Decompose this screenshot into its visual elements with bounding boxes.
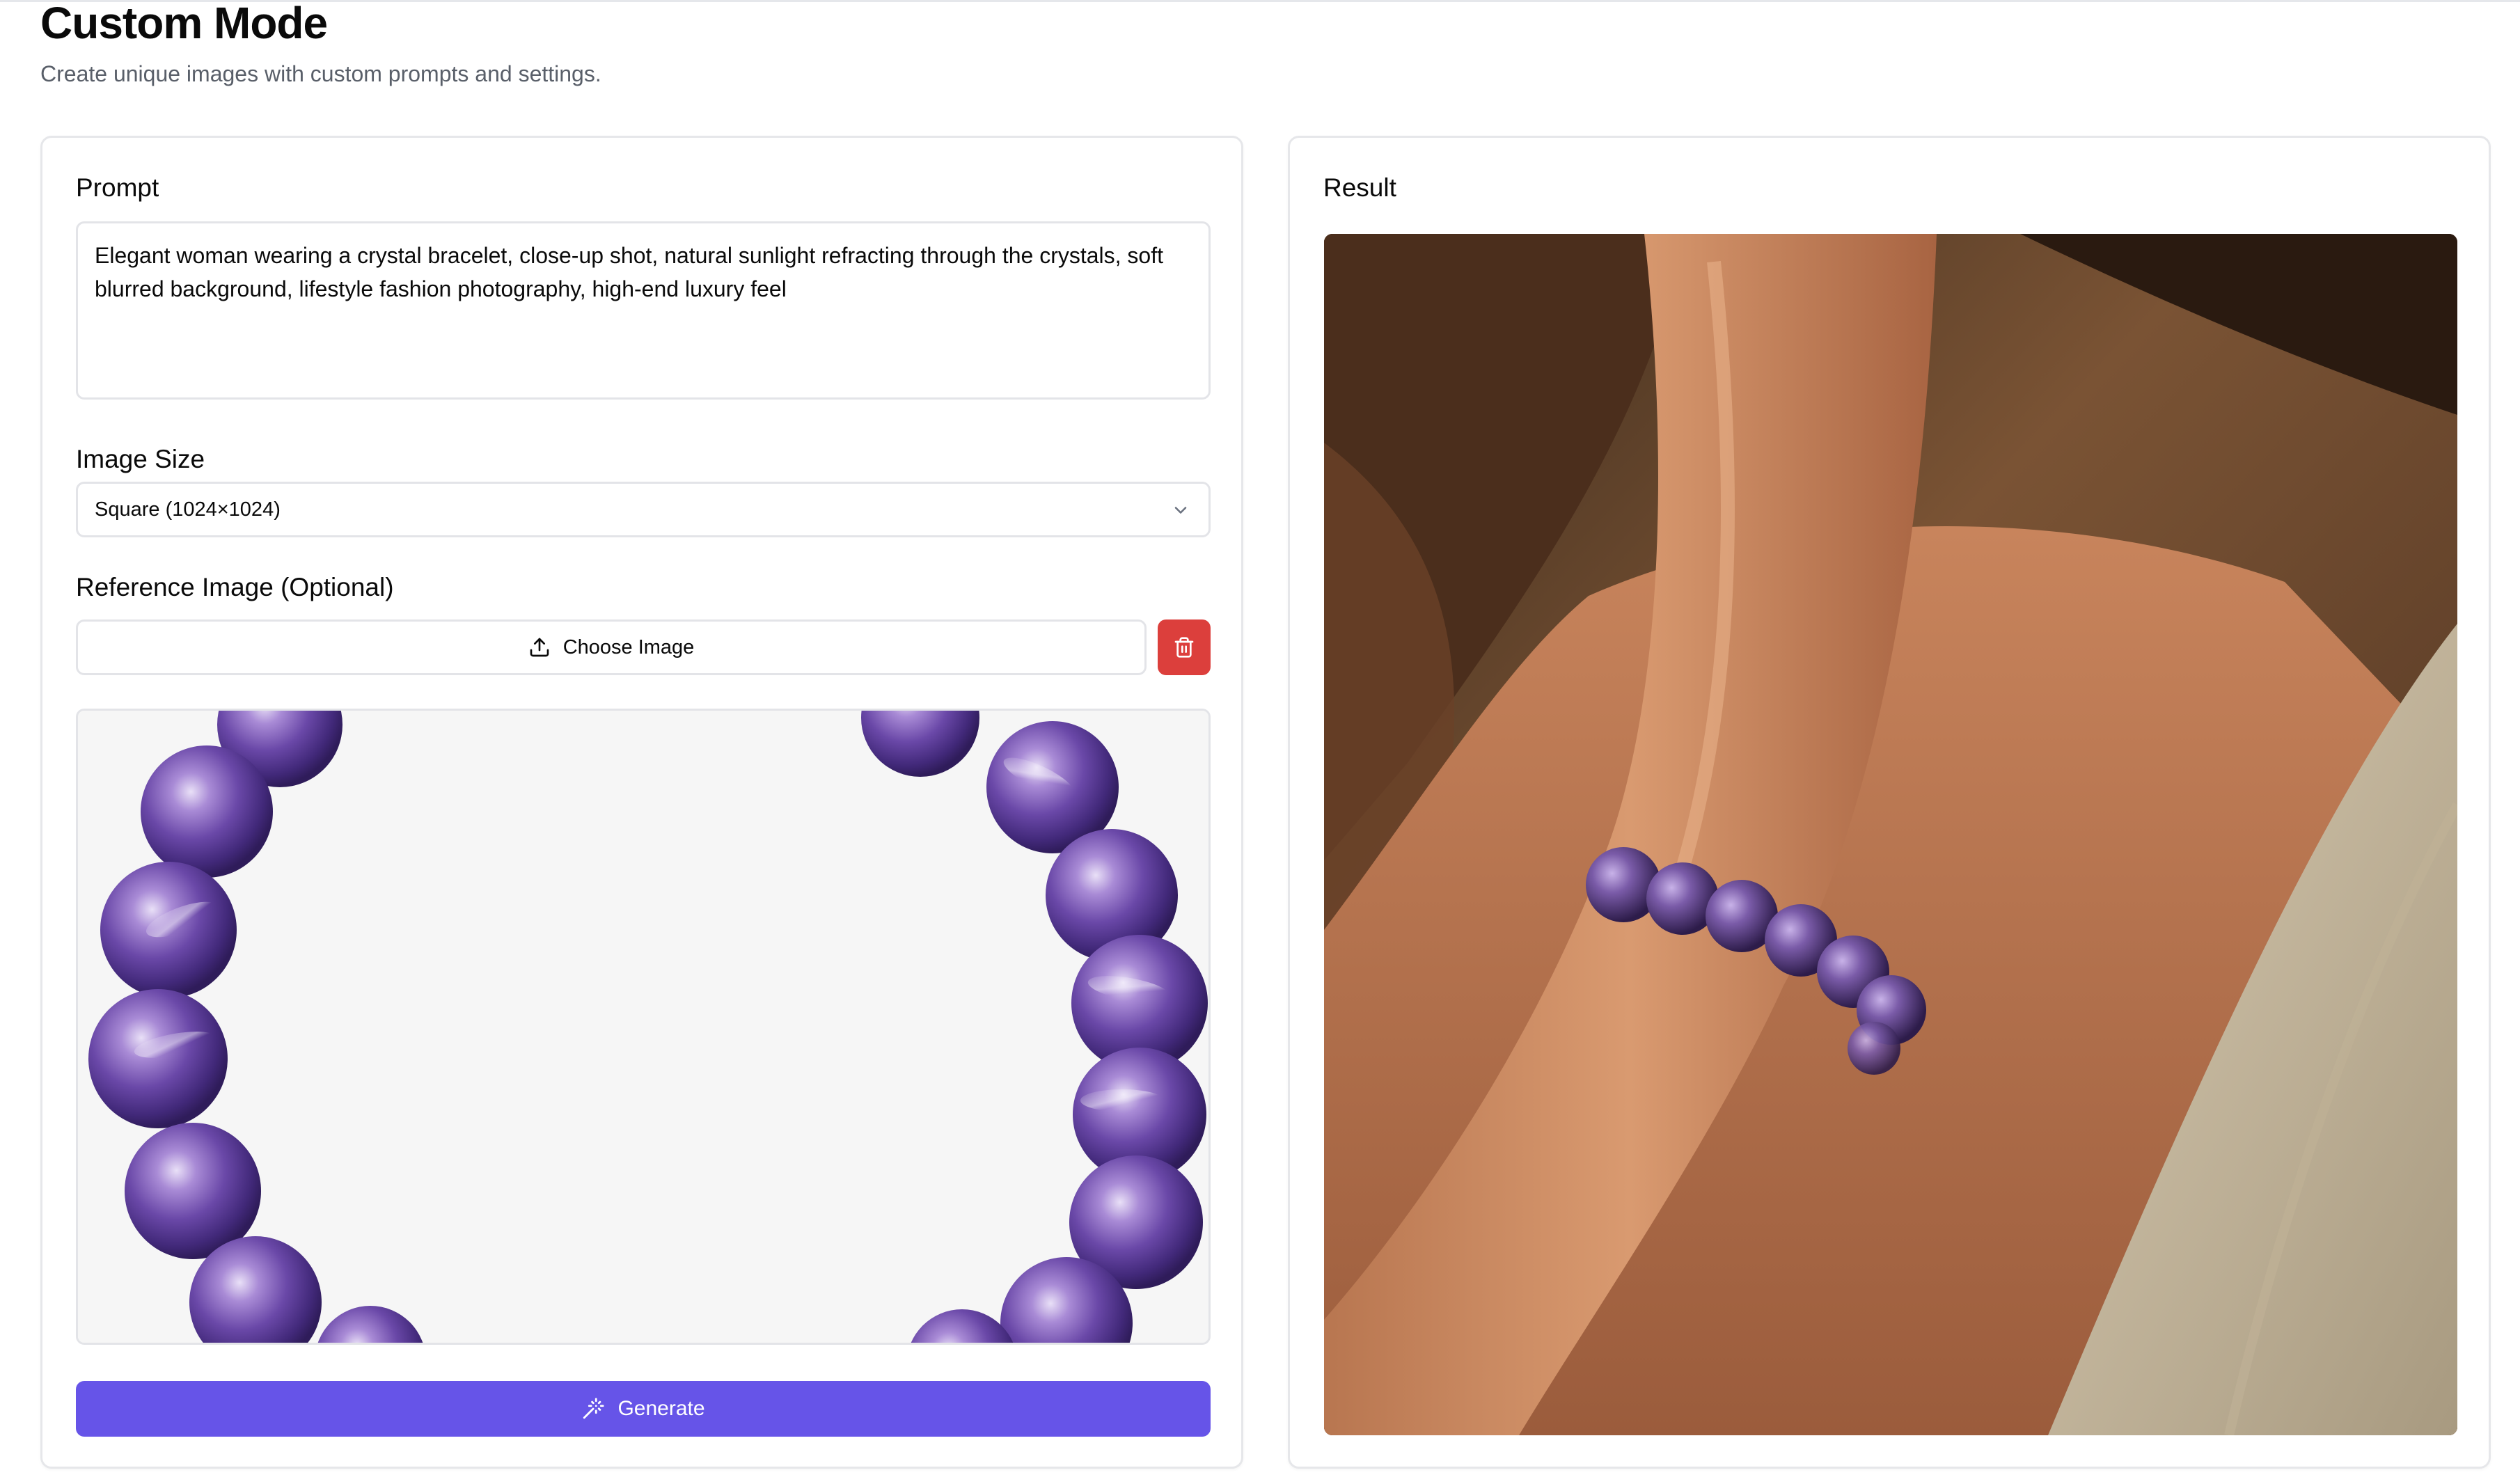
top-divider: [0, 0, 2520, 2]
result-image: [1324, 234, 2457, 1435]
woman-wearing-bracelet-photo: [1324, 234, 2457, 1435]
chevron-down-icon: [1171, 500, 1190, 520]
choose-image-label: Choose Image: [562, 636, 695, 658]
generate-button[interactable]: Generate: [76, 1381, 1211, 1437]
amethyst-bracelet-photo: [78, 711, 1208, 1343]
magic-wand-icon: [581, 1397, 605, 1421]
generate-label: Generate: [617, 1397, 705, 1420]
reference-image-label: Reference Image (Optional): [76, 573, 394, 601]
prompt-label: Prompt: [76, 173, 159, 202]
result-label: Result: [1323, 173, 1396, 202]
settings-card: Prompt Elegant woman wearing a crystal b…: [40, 136, 1243, 1469]
remove-image-button[interactable]: [1158, 619, 1211, 675]
result-card: Result: [1288, 136, 2491, 1469]
reference-image-preview: [76, 709, 1211, 1345]
page-title: Custom Mode: [40, 0, 328, 48]
page-subtitle: Create unique images with custom prompts…: [40, 61, 601, 86]
trash-icon: [1173, 636, 1195, 658]
image-size-value: Square (1024×1024): [95, 498, 281, 521]
choose-image-button[interactable]: Choose Image: [76, 619, 1147, 675]
prompt-textarea[interactable]: Elegant woman wearing a crystal bracelet…: [76, 221, 1211, 400]
image-size-select[interactable]: Square (1024×1024): [76, 482, 1211, 537]
image-size-label: Image Size: [76, 445, 205, 473]
upload-icon: [528, 636, 551, 658]
